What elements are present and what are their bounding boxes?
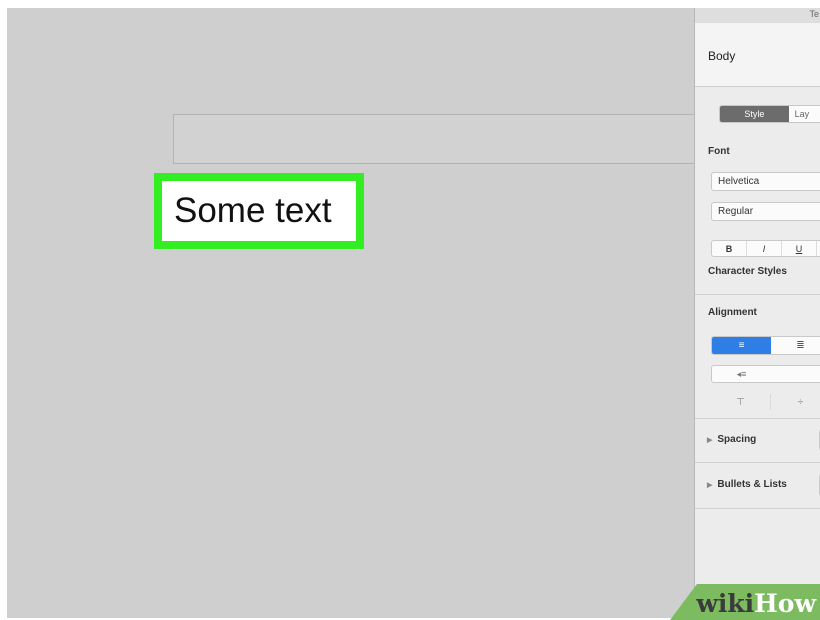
paragraph-style-selector[interactable]: Body: [695, 23, 820, 87]
selected-text-box[interactable]: Some text: [154, 173, 364, 249]
typeface-value: Regular: [718, 206, 754, 217]
spacing-disclosure[interactable]: ▶ Spacing: [707, 434, 756, 445]
section-divider: [695, 462, 820, 463]
inspector-tab-bar: Style Lay: [719, 105, 820, 123]
character-styles-label[interactable]: Character Styles: [708, 266, 787, 277]
decrease-indent-icon[interactable]: ◂≡: [712, 366, 771, 382]
vertical-alignment-buttons: ⊤ ÷: [711, 394, 820, 410]
align-left-icon[interactable]: ≡: [712, 337, 771, 354]
section-divider: [695, 508, 820, 509]
underline-button[interactable]: U: [782, 241, 817, 256]
disclosure-triangle-icon: ▶: [707, 481, 713, 489]
bullets-lists-disclosure[interactable]: ▶ Bullets & Lists: [707, 479, 787, 490]
bullets-lists-label: Bullets & Lists: [717, 479, 787, 490]
section-divider: [695, 294, 820, 295]
bold-button[interactable]: B: [712, 241, 747, 256]
font-family-dropdown[interactable]: Helvetica: [711, 172, 820, 191]
font-style-buttons: B I U: [711, 240, 820, 257]
empty-text-box-frame[interactable]: [173, 114, 698, 164]
typeface-dropdown[interactable]: Regular: [711, 202, 820, 221]
alignment-section-label: Alignment: [708, 307, 757, 318]
section-divider: [695, 418, 820, 419]
align-center-icon[interactable]: ≣: [771, 337, 820, 354]
wikihow-watermark-logo: wikiHow: [696, 589, 816, 618]
spacing-label: Spacing: [717, 434, 757, 445]
tab-style[interactable]: Style: [720, 106, 789, 122]
inspector-top-label: Te: [809, 9, 819, 19]
align-middle-icon[interactable]: ÷: [771, 394, 820, 410]
paragraph-style-label: Body: [708, 49, 736, 63]
font-section-label: Font: [708, 146, 730, 157]
disclosure-triangle-icon: ▶: [707, 436, 713, 444]
italic-button[interactable]: I: [747, 241, 782, 256]
increase-indent-button[interactable]: [771, 366, 820, 382]
document-canvas[interactable]: Some text: [7, 8, 698, 618]
alignment-buttons: ≡ ≣: [711, 336, 820, 355]
align-top-icon[interactable]: ⊤: [711, 394, 771, 410]
font-family-value: Helvetica: [718, 176, 760, 187]
indent-buttons: ◂≡: [711, 365, 820, 383]
inspector-top-bar: Te: [695, 8, 820, 23]
format-inspector-panel: Te Body Style Lay Font Helvetica Regular…: [694, 8, 820, 620]
tab-layout[interactable]: Lay: [789, 106, 820, 122]
screenshot-stage: Some text Te Body Style Lay Font Helveti…: [0, 0, 820, 620]
text-box-content[interactable]: Some text: [174, 191, 332, 231]
